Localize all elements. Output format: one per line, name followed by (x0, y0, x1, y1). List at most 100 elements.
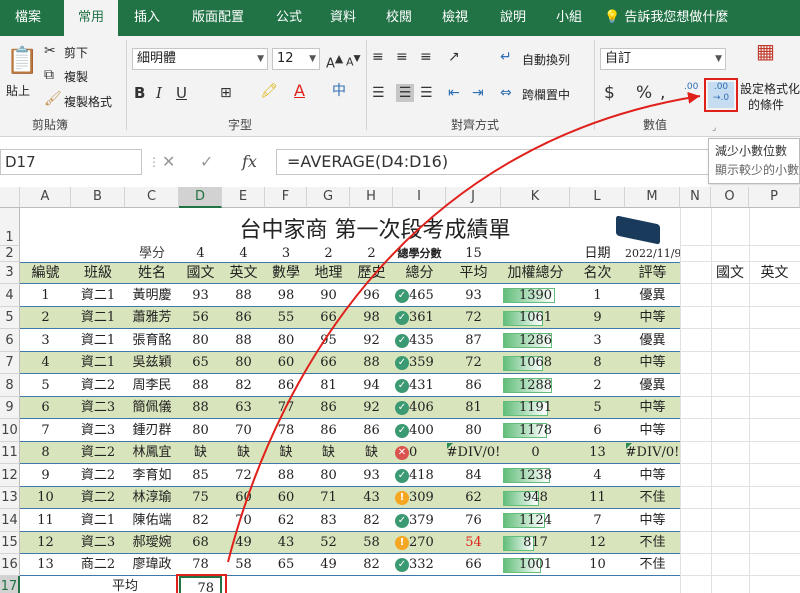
align-center-icon[interactable]: ☰ (396, 84, 414, 102)
tab-team[interactable]: 小組 (546, 0, 592, 36)
merge-center-icon[interactable]: ⇔ (500, 84, 512, 102)
column-header-o[interactable]: O (711, 187, 749, 208)
wrap-text-icon[interactable]: ↵ (500, 48, 512, 66)
tab-page-layout[interactable]: 版面配置 (176, 0, 260, 36)
align-left-icon[interactable]: ☰ (372, 84, 385, 102)
rank: 6 (593, 423, 602, 438)
column-header-n[interactable]: N (680, 187, 711, 208)
more-icon[interactable]: ⋮ (148, 149, 160, 175)
row-header-15[interactable]: 15 (0, 532, 20, 554)
row-header-5[interactable]: 5 (0, 307, 20, 329)
tab-view[interactable]: 檢視 (432, 0, 478, 36)
row-header-10[interactable]: 10 (0, 419, 20, 442)
column-header-a[interactable]: A (20, 187, 71, 208)
align-bottom-icon[interactable]: ≡ (420, 48, 432, 66)
number-format-combo[interactable]: 自訂 ▼ (600, 48, 726, 70)
row-header-8[interactable]: 8 (0, 374, 20, 397)
row-header-9[interactable]: 9 (0, 397, 20, 419)
align-top-icon[interactable]: ≡ (372, 48, 384, 66)
scissors-icon[interactable]: ✂ (44, 42, 56, 60)
table-cell: 60 (277, 490, 295, 505)
row-header-4[interactable]: 4 (0, 284, 20, 307)
tab-insert[interactable]: 插入 (124, 0, 170, 36)
column-header-j[interactable]: J (446, 187, 501, 208)
row-header-17[interactable]: 17 (0, 576, 20, 593)
conditional-format-icon[interactable]: ▦ (756, 41, 775, 61)
select-all-corner[interactable] (0, 187, 20, 208)
column-header-d[interactable]: D (179, 187, 222, 208)
increase-font-icon[interactable]: A▲ (326, 50, 343, 73)
table-cell: 58 (363, 535, 380, 550)
worksheet-grid[interactable]: A B C D E F G H I J K L M N O P 1 2 3 4 5 6 7 8 9 10 11 12 13 14 15 16 1… (0, 187, 800, 593)
row-header-16[interactable]: 16 (0, 554, 20, 576)
row-header-14[interactable]: 14 (0, 509, 20, 532)
currency-icon[interactable]: $ (604, 84, 615, 102)
row-header-3[interactable]: 3 (0, 262, 20, 284)
row-header-7[interactable]: 7 (0, 352, 20, 374)
tab-help[interactable]: 說明 (490, 0, 536, 36)
tell-me-box[interactable]: 💡 告訴我您想做什麼 (604, 0, 794, 36)
format-painter-button[interactable]: 複製格式 (64, 93, 112, 110)
percent-icon[interactable]: % (636, 84, 652, 102)
row-header-1[interactable]: 1 (0, 208, 20, 246)
table-cell: 70 (235, 513, 252, 528)
total-score: 431 (409, 378, 434, 393)
row-header-2[interactable]: 2 (0, 246, 20, 262)
borders-icon[interactable]: ⊞ (220, 84, 232, 102)
paste-icon[interactable]: 📋 (6, 44, 38, 82)
insert-function-icon[interactable]: fx (242, 149, 257, 175)
column-header-c[interactable]: C (125, 187, 179, 208)
column-header-p[interactable]: P (749, 187, 800, 208)
italic-button[interactable]: I (156, 84, 162, 102)
decrease-indent-icon[interactable]: ⇤ (448, 84, 460, 102)
bold-button[interactable]: B (134, 84, 145, 102)
cancel-icon[interactable]: ✕ (162, 149, 175, 175)
column-header-h[interactable]: H (350, 187, 393, 208)
phonetic-icon[interactable]: 中 (332, 82, 346, 100)
table-cell: 90 (320, 288, 337, 303)
font-size-combo[interactable]: 12 ▼ (272, 48, 320, 70)
fill-color-icon[interactable]: 🖍 (260, 82, 278, 100)
tooltip: 減少小數位數 顯示較少的小數位數 (708, 138, 800, 184)
increase-decimal-icon[interactable]: .00 (684, 82, 698, 93)
column-header-b[interactable]: B (71, 187, 125, 208)
font-color-icon[interactable]: A (294, 82, 305, 100)
increase-indent-icon[interactable]: ⇥ (472, 84, 484, 102)
row-header-6[interactable]: 6 (0, 329, 20, 352)
row-header-13[interactable]: 13 (0, 487, 20, 509)
name-box[interactable]: D17 (0, 149, 142, 175)
column-header-l[interactable]: L (570, 187, 625, 208)
row-header-11[interactable]: 11 (0, 442, 20, 464)
gridline (680, 208, 681, 593)
align-middle-icon[interactable]: ≡ (396, 48, 408, 66)
font-name-combo[interactable]: 細明體 ▼ (132, 48, 268, 70)
row-header-12[interactable]: 12 (0, 464, 20, 487)
comma-icon[interactable]: , (660, 84, 665, 102)
copy-icon[interactable]: ⧉ (44, 66, 54, 84)
grade: 中等 (639, 400, 666, 415)
merge-center-button[interactable]: 跨欄置中 (522, 86, 570, 103)
orientation-icon[interactable]: ↗ (448, 48, 460, 66)
tab-file[interactable]: 檔案 (2, 0, 54, 36)
paste-button[interactable]: 貼上 (6, 82, 30, 99)
dialog-launcher-icon[interactable]: ⌟ (712, 119, 716, 137)
cut-button[interactable]: 剪下 (64, 44, 88, 61)
tab-review[interactable]: 校閱 (376, 0, 422, 36)
conditional-format-button[interactable]: 設定格式化 (740, 80, 800, 97)
enter-icon[interactable]: ✓ (200, 149, 213, 175)
column-header-e[interactable]: E (222, 187, 265, 208)
format-painter-icon[interactable]: 🖌 (44, 90, 62, 108)
wrap-text-button[interactable]: 自動換列 (522, 51, 570, 68)
column-header-m[interactable]: M (625, 187, 680, 208)
decrease-font-icon[interactable]: A▼ (346, 50, 361, 72)
column-header-i[interactable]: I (393, 187, 446, 208)
column-header-k[interactable]: K (501, 187, 570, 208)
tab-formulas[interactable]: 公式 (266, 0, 312, 36)
align-right-icon[interactable]: ☰ (420, 84, 433, 102)
tab-data[interactable]: 資料 (320, 0, 366, 36)
column-header-g[interactable]: G (307, 187, 350, 208)
tab-home[interactable]: 常用 (64, 0, 118, 36)
underline-button[interactable]: U (176, 84, 187, 102)
copy-button[interactable]: 複製 (64, 68, 88, 85)
column-header-f[interactable]: F (265, 187, 307, 208)
